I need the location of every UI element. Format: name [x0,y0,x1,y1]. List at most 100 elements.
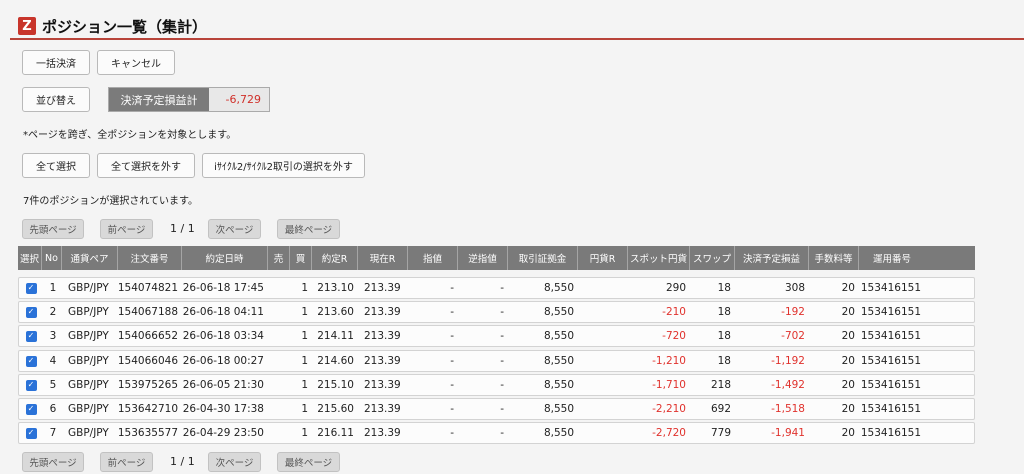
op-no-cell: 153416151 [860,379,921,391]
header-cell[interactable]: スワップ [690,246,735,270]
header-cell[interactable]: 取引証拠金 [508,246,578,270]
no-cell: 6 [49,403,57,415]
order-cell: 153635577 [119,427,178,439]
spot-cell: -210 [662,306,686,318]
page-info: 1 / 1 [170,222,195,235]
op-no-cell: 153416151 [860,306,921,318]
header-cell[interactable]: 約定R [312,246,358,270]
header-cell[interactable]: No [42,246,62,270]
header-cell[interactable]: 指値 [408,246,458,270]
pair-cell: GBP/JPY [68,355,109,367]
fee-cell: 20 [841,355,855,367]
header-cell[interactable]: 買 [290,246,312,270]
header-cell[interactable]: 注文番号 [118,246,182,270]
header-cell[interactable]: 円貨R [578,246,628,270]
header-cell[interactable]: 決済予定損益 [735,246,809,270]
no-cell: 1 [49,282,57,294]
op-no-cell: 153416151 [860,355,921,367]
pnl-cell: -1,492 [771,379,805,391]
table-row[interactable]: ✓ 2 GBP/JPY 154067188 26-06-18 04:11 1 2… [18,301,975,323]
deselect-icycle-button[interactable]: iｻｲｸﾙ2/ｻｲｸﾙ2取引の選択を外す [202,153,365,178]
spot-cell: -1,710 [652,379,686,391]
header-cell[interactable]: スポット円貨 [628,246,690,270]
swap-cell: 18 [717,355,731,367]
fee-cell: 20 [841,306,855,318]
select-cell[interactable]: ✓ [19,399,43,419]
stop-cell: - [500,355,504,367]
checkbox-checked-icon[interactable]: ✓ [25,427,37,439]
stop-cell: - [500,427,504,439]
select-all-button[interactable]: 全て選択 [22,153,90,178]
header-cell[interactable]: 通貨ペア [62,246,118,270]
brand-logo-icon: Z [18,17,36,35]
page-title: ポジション一覧（集計） [42,17,208,36]
stop-cell: - [500,306,504,318]
fee-cell: 20 [841,403,855,415]
datetime-cell: 26-04-30 17:38 [183,403,264,415]
datetime-cell: 26-06-05 21:30 [183,379,264,391]
table-row[interactable]: ✓ 4 GBP/JPY 154066046 26-06-18 00:27 1 2… [18,350,975,372]
datetime-cell: 26-06-18 04:11 [183,306,264,318]
no-cell: 7 [49,427,57,439]
select-cell[interactable]: ✓ [19,375,43,395]
total-pnl-label: 決済予定損益計 [109,88,209,111]
checkbox-checked-icon[interactable]: ✓ [25,306,37,318]
next-page-button[interactable]: 次ページ [208,219,261,239]
first-page-button-bottom[interactable]: 先頭ページ [22,452,84,472]
page-header: Z ポジション一覧（集計） [18,14,207,38]
exec-rate-cell: 215.10 [317,379,354,391]
swap-cell: 18 [717,306,731,318]
bulk-settle-button[interactable]: 一括決済 [22,50,90,75]
table-row[interactable]: ✓ 7 GBP/JPY 153635577 26-04-29 23:50 1 2… [18,422,975,444]
select-cell[interactable]: ✓ [19,302,43,322]
header-cell[interactable]: 選択 [18,246,42,270]
select-cell[interactable]: ✓ [19,326,43,346]
select-cell[interactable]: ✓ [19,351,43,371]
yen-rate-cell [579,423,629,443]
next-page-button-bottom[interactable]: 次ページ [208,452,261,472]
select-cell[interactable]: ✓ [19,423,43,443]
table-row[interactable]: ✓ 1 GBP/JPY 154074821 26-06-18 17:45 1 2… [18,277,975,299]
limit-cell: - [450,355,454,367]
checkbox-checked-icon[interactable]: ✓ [25,403,37,415]
buy-cell: 1 [301,403,308,415]
fee-cell: 20 [841,330,855,342]
total-pnl-value: -6,729 [209,88,269,111]
header-cell[interactable]: 現在R [358,246,408,270]
buy-cell: 1 [301,306,308,318]
header-cell[interactable]: 逆指値 [458,246,508,270]
prev-page-button-bottom[interactable]: 前ページ [100,452,153,472]
select-cell[interactable]: ✓ [19,278,43,298]
header-cell[interactable]: 運用番号 [859,246,925,270]
last-page-button-bottom[interactable]: 最終ページ [277,452,340,472]
sell-cell [269,423,291,443]
pair-cell: GBP/JPY [68,379,109,391]
sell-cell [269,375,291,395]
table-row[interactable]: ✓ 5 GBP/JPY 153975265 26-06-05 21:30 1 2… [18,374,975,396]
deselect-all-button[interactable]: 全て選択を外す [97,153,195,178]
checkbox-checked-icon[interactable]: ✓ [25,379,37,391]
first-page-button[interactable]: 先頭ページ [22,219,84,239]
header-cell[interactable]: 売 [268,246,290,270]
checkbox-checked-icon[interactable]: ✓ [25,330,37,342]
pair-cell: GBP/JPY [68,330,109,342]
cancel-button[interactable]: キャンセル [97,50,175,75]
table-row[interactable]: ✓ 6 GBP/JPY 153642710 26-04-30 17:38 1 2… [18,398,975,420]
limit-cell: - [450,427,454,439]
table-row[interactable]: ✓ 3 GBP/JPY 154066652 26-06-18 03:34 1 2… [18,325,975,347]
header-cell[interactable]: 約定日時 [182,246,268,270]
order-cell: 153975265 [119,379,178,391]
sell-cell [269,278,291,298]
sort-button[interactable]: 並び替え [22,87,90,112]
swap-cell: 218 [710,379,731,391]
op-no-cell: 153416151 [860,427,921,439]
checkbox-checked-icon[interactable]: ✓ [25,355,37,367]
cur-rate-cell: 213.39 [364,306,401,318]
exec-rate-cell: 215.60 [317,403,354,415]
spot-cell: -2,210 [652,403,686,415]
prev-page-button[interactable]: 前ページ [100,219,153,239]
header-cell[interactable]: 手数料等 [809,246,859,270]
checkbox-checked-icon[interactable]: ✓ [25,282,37,294]
op-no-cell: 153416151 [860,330,921,342]
last-page-button[interactable]: 最終ページ [277,219,340,239]
